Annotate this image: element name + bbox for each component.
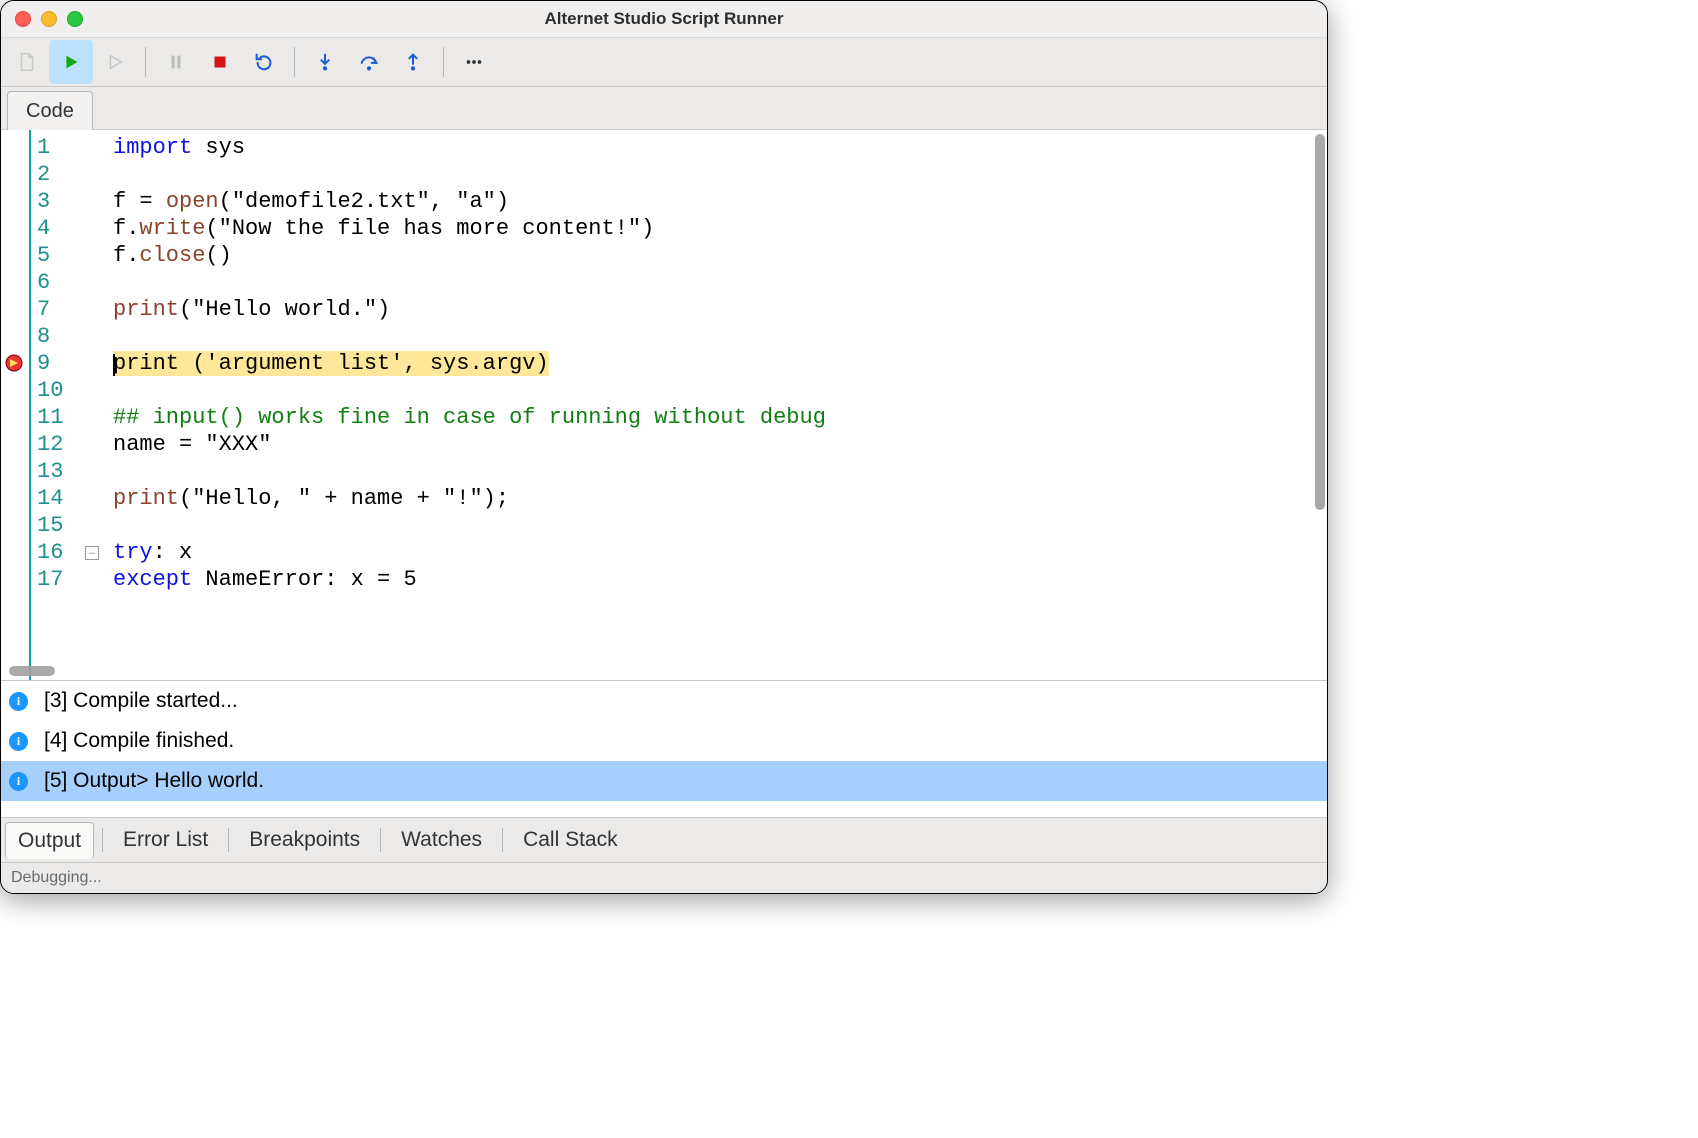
output-row[interactable]: i [4] Compile finished. <box>1 721 1327 761</box>
code-body[interactable]: import sys f = open("demofile2.txt", "a")… <box>107 130 1327 680</box>
info-icon: i <box>9 772 28 791</box>
bottom-tab-label: Error List <box>123 828 208 851</box>
code-line[interactable] <box>113 323 1327 350</box>
bottom-tab-label: Watches <box>401 828 482 851</box>
code-editor[interactable]: 1234567891011121314151617 − import sys f … <box>1 130 1327 681</box>
code-line[interactable]: f = open("demofile2.txt", "a") <box>113 188 1327 215</box>
restart-icon <box>253 51 275 73</box>
horizontal-scrollbar[interactable] <box>9 666 55 676</box>
pause-button[interactable] <box>154 40 198 84</box>
code-line[interactable] <box>113 269 1327 296</box>
tab-separator <box>502 828 503 852</box>
new-file-icon <box>16 51 38 73</box>
line-number-gutter: 1234567891011121314151617 <box>29 130 79 680</box>
bottom-tab-watches[interactable]: Watches <box>389 822 494 858</box>
run-icon <box>60 51 82 73</box>
tab-separator <box>228 828 229 852</box>
output-row[interactable]: i [3] Compile started... <box>1 681 1327 721</box>
toolbar-separator <box>145 47 146 77</box>
code-line[interactable]: name = "XXX" <box>113 431 1327 458</box>
more-icon <box>463 51 485 73</box>
new-file-button[interactable] <box>5 40 49 84</box>
code-line[interactable]: f.close() <box>113 242 1327 269</box>
fold-gutter[interactable]: − <box>79 130 107 680</box>
app-window: Alternet Studio Script Runner <box>0 0 1328 894</box>
output-text: [4] Compile finished. <box>44 729 234 753</box>
code-line[interactable]: print("Hello, " + name + "!"); <box>113 485 1327 512</box>
code-line[interactable]: print ('argument list', sys.argv) <box>113 350 1327 377</box>
close-window-button[interactable] <box>15 11 31 27</box>
window-title: Alternet Studio Script Runner <box>1 9 1327 29</box>
editor-tabbar: Code <box>1 87 1327 130</box>
info-icon: i <box>9 732 28 751</box>
restart-button[interactable] <box>242 40 286 84</box>
bottom-tab-label: Call Stack <box>523 828 618 851</box>
current-line-marker-icon <box>5 354 23 372</box>
run-outline-icon <box>104 51 126 73</box>
bottom-tab-error-list[interactable]: Error List <box>111 822 220 858</box>
toolbar-separator <box>443 47 444 77</box>
code-line[interactable] <box>113 377 1327 404</box>
info-icon: i <box>9 692 28 711</box>
step-into-icon <box>314 51 336 73</box>
code-line[interactable]: import sys <box>113 134 1327 161</box>
bottom-tab-label: Output <box>18 829 81 852</box>
window-controls <box>15 11 83 27</box>
toolbar <box>1 38 1327 87</box>
code-line[interactable]: print("Hello world.") <box>113 296 1327 323</box>
more-button[interactable] <box>452 40 496 84</box>
step-out-icon <box>402 51 424 73</box>
code-line[interactable]: except NameError: x = 5 <box>113 566 1327 593</box>
code-line[interactable] <box>113 512 1327 539</box>
bottom-tab-label: Breakpoints <box>249 828 360 851</box>
pause-icon <box>165 51 187 73</box>
step-over-icon <box>358 51 380 73</box>
output-text: [5] Output> Hello world. <box>44 769 264 793</box>
run-button[interactable] <box>49 40 93 84</box>
minimize-window-button[interactable] <box>41 11 57 27</box>
titlebar: Alternet Studio Script Runner <box>1 1 1327 38</box>
vertical-scrollbar[interactable] <box>1315 134 1325 510</box>
step-into-button[interactable] <box>303 40 347 84</box>
code-line[interactable]: try: x <box>113 539 1327 566</box>
code-line[interactable]: ## input() works fine in case of running… <box>113 404 1327 431</box>
editor-tab-code[interactable]: Code <box>7 91 93 130</box>
status-bar: Debugging... <box>1 863 1327 893</box>
editor-tab-label: Code <box>26 100 74 123</box>
output-panel[interactable]: i [3] Compile started... i [4] Compile fini… <box>1 681 1327 818</box>
status-text: Debugging... <box>11 869 102 887</box>
zoom-window-button[interactable] <box>67 11 83 27</box>
bottom-tabbar: Output Error List Breakpoints Watches Call S… <box>1 818 1327 863</box>
output-text: [3] Compile started... <box>44 689 238 713</box>
stop-button[interactable] <box>198 40 242 84</box>
code-line[interactable]: f.write("Now the file has more content!"… <box>113 215 1327 242</box>
fold-toggle-icon[interactable]: − <box>85 546 99 560</box>
bottom-tab-call-stack[interactable]: Call Stack <box>511 822 630 858</box>
step-out-button[interactable] <box>391 40 435 84</box>
tab-separator <box>102 828 103 852</box>
toolbar-separator <box>294 47 295 77</box>
run-without-debug-button[interactable] <box>93 40 137 84</box>
bottom-tab-breakpoints[interactable]: Breakpoints <box>237 822 372 858</box>
stop-icon <box>209 51 231 73</box>
output-row[interactable]: i [5] Output> Hello world. <box>1 761 1327 801</box>
tab-separator <box>380 828 381 852</box>
step-over-button[interactable] <box>347 40 391 84</box>
code-line[interactable] <box>113 161 1327 188</box>
marker-gutter[interactable] <box>1 130 29 680</box>
bottom-tab-output[interactable]: Output <box>5 822 94 859</box>
code-line[interactable] <box>113 458 1327 485</box>
